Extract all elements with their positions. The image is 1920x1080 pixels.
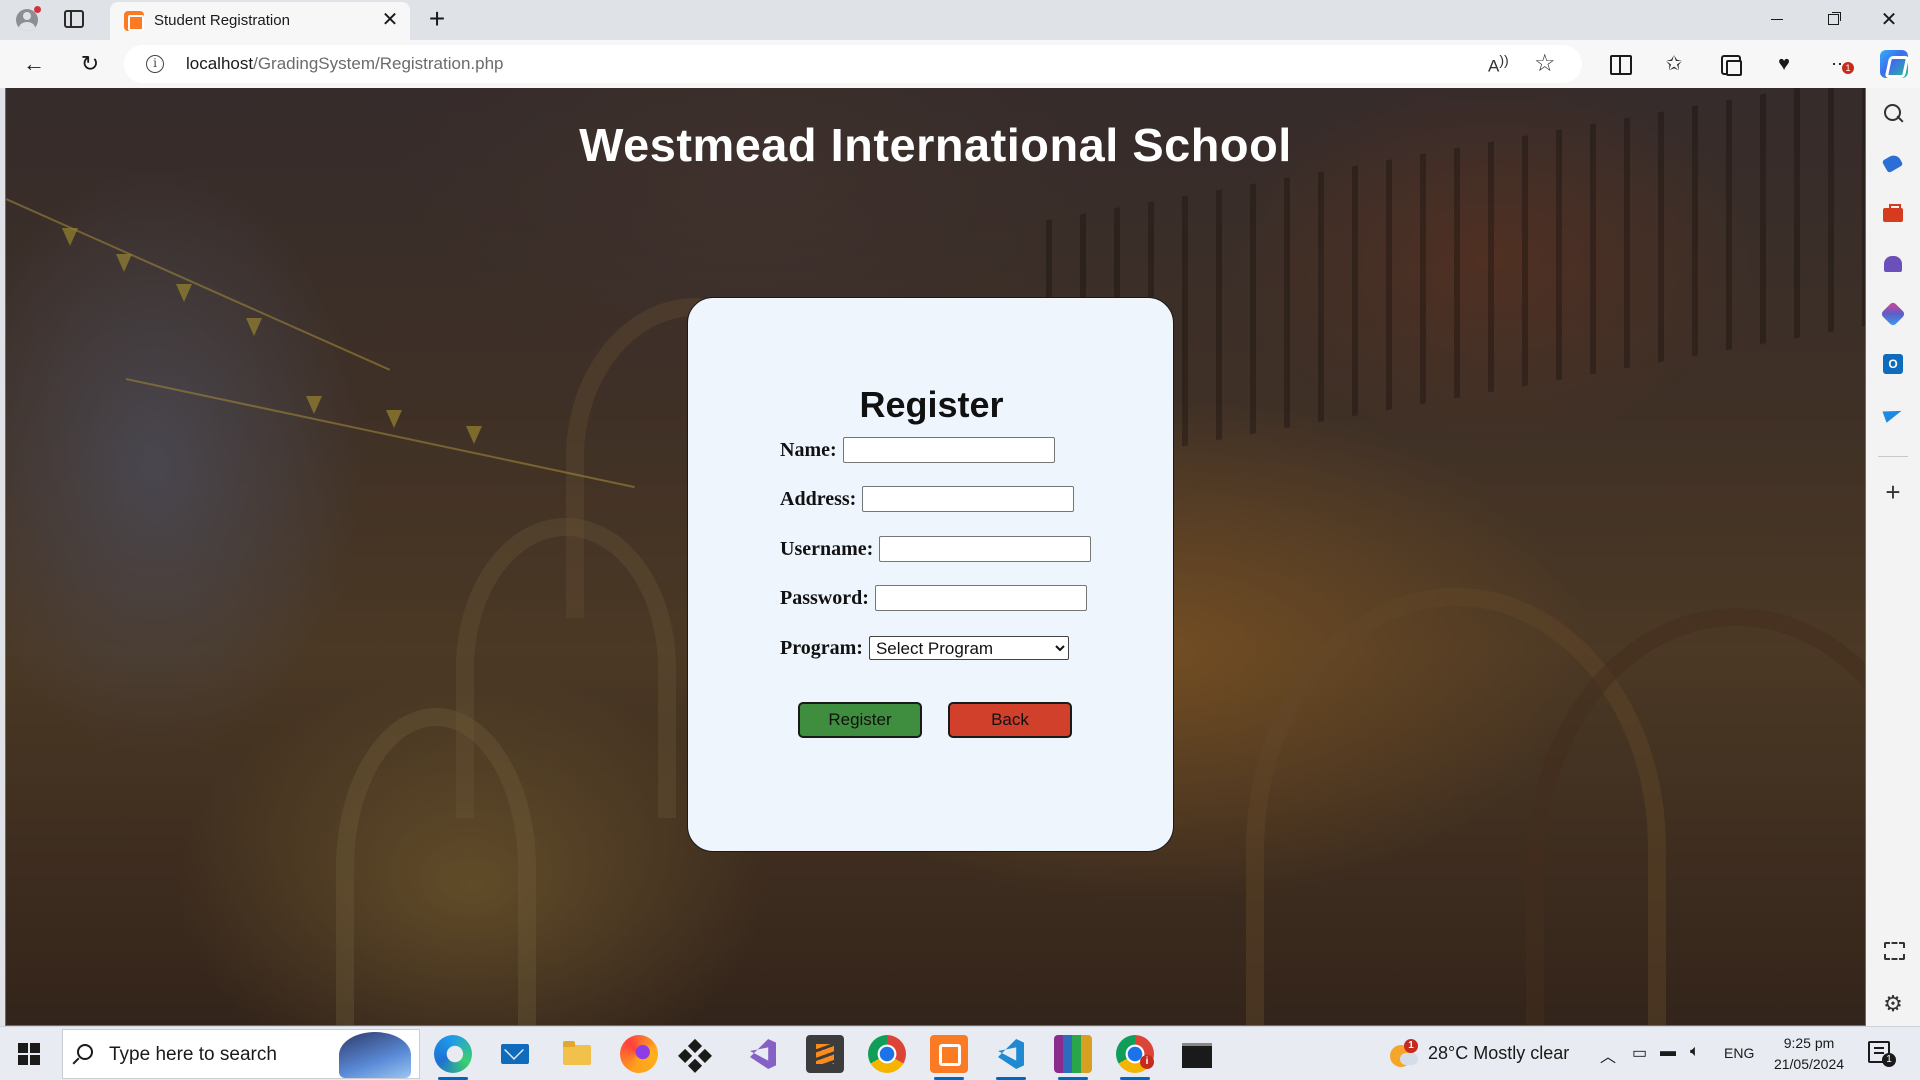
username-row: Username: <box>780 535 1092 563</box>
search-highlight-image <box>339 1032 411 1078</box>
tools-icon[interactable] <box>1881 202 1905 226</box>
url-text[interactable]: localhost/GradingSystem/Registration.php <box>186 54 504 74</box>
profile-notification-dot <box>34 6 41 13</box>
tab-actions-icon[interactable] <box>64 10 84 28</box>
close-window-button[interactable]: ✕ <box>1866 0 1912 40</box>
url-path: /GradingSystem/Registration.php <box>253 54 504 73</box>
winrar-icon[interactable] <box>1054 1035 1092 1080</box>
program-label: Program: <box>780 636 863 659</box>
more-options-badge: 1 <box>1842 62 1854 74</box>
language-indicator[interactable]: ENG <box>1724 1045 1754 1061</box>
password-input[interactable] <box>874 585 1087 611</box>
restore-icon <box>1827 14 1839 26</box>
notification-center-icon[interactable]: 1 <box>1868 1041 1896 1067</box>
back-button[interactable]: ← <box>18 48 50 80</box>
chrome-profile-icon[interactable] <box>1116 1035 1154 1080</box>
name-label: Name: <box>780 438 837 461</box>
url-host: localhost <box>186 54 254 73</box>
show-hidden-icons-chevron-icon[interactable]: ︿ <box>1600 1043 1616 1067</box>
register-button[interactable]: Register <box>798 702 922 738</box>
copilot-icon[interactable] <box>1880 50 1908 78</box>
clock-date: 21/05/2024 <box>1773 1056 1845 1072</box>
battery-icon[interactable]: ▬ <box>1660 1043 1676 1061</box>
dropbox-icon[interactable] <box>682 1035 720 1073</box>
clock-time: 9:25 pm <box>1783 1035 1835 1051</box>
register-heading: Register <box>859 384 1004 425</box>
games-icon[interactable] <box>1881 252 1905 276</box>
weather-text[interactable]: 28°C Mostly clear <box>1428 1043 1569 1064</box>
minimize-icon <box>1771 19 1783 21</box>
vscode-icon[interactable] <box>992 1035 1030 1080</box>
chrome-icon[interactable] <box>868 1035 906 1073</box>
tab-student-registration[interactable]: Student Registration ✕ <box>110 2 410 40</box>
address-label: Address: <box>780 487 857 510</box>
address-row: Address: <box>780 485 1075 513</box>
back-button-form[interactable]: Back <box>948 702 1072 738</box>
windows-taskbar: Type here to search 1 28°C Mostly clear … <box>0 1026 1920 1080</box>
sidebar-divider <box>1878 456 1908 457</box>
name-input[interactable] <box>842 437 1055 463</box>
username-input[interactable] <box>879 536 1092 562</box>
search-magnifier-icon <box>77 1044 93 1060</box>
new-tab-button[interactable]: + <box>422 4 452 34</box>
notification-count: 1 <box>1882 1053 1896 1067</box>
weather-icon[interactable]: 1 <box>1388 1039 1418 1067</box>
taskbar-search-placeholder: Type here to search <box>109 1044 277 1065</box>
address-input[interactable] <box>862 486 1075 512</box>
xampp-icon[interactable] <box>930 1035 968 1080</box>
outlook-icon[interactable] <box>1881 352 1905 376</box>
terminal-icon[interactable] <box>1178 1035 1216 1073</box>
read-aloud-icon[interactable]: A)) <box>1488 53 1509 77</box>
firefox-icon[interactable] <box>620 1035 658 1073</box>
program-select[interactable]: Select Program <box>868 636 1069 660</box>
send-icon[interactable] <box>1881 402 1905 426</box>
add-favorite-star-icon[interactable]: ☆ <box>1534 49 1556 78</box>
registration-card: Register <box>687 297 1174 852</box>
clock[interactable]: 9:25 pm 21/05/2024 <box>1768 1033 1850 1075</box>
username-label: Username: <box>780 537 874 560</box>
sublime-text-icon[interactable] <box>806 1035 844 1073</box>
office-icon[interactable] <box>1881 302 1905 326</box>
split-screen-icon[interactable] <box>1608 52 1632 76</box>
settings-icon[interactable]: ⚙ <box>1881 992 1905 1016</box>
profile-button[interactable] <box>12 6 44 34</box>
screenshot-icon[interactable] <box>1881 938 1905 962</box>
tab-title: Student Registration <box>154 12 290 29</box>
tab-close-icon[interactable]: ✕ <box>378 8 402 32</box>
address-bar[interactable]: i localhost/GradingSystem/Registration.p… <box>124 45 1582 83</box>
name-row: Name: <box>780 436 1055 464</box>
file-explorer-icon[interactable] <box>558 1035 596 1073</box>
edge-sidebar: + ⚙ <box>1866 88 1920 1026</box>
browser-toolbar: ← ↻ i localhost/GradingSystem/Registrati… <box>0 40 1920 88</box>
favorites-icon[interactable]: ✩ <box>1662 52 1686 76</box>
network-icon[interactable]: ▭ <box>1632 1043 1647 1063</box>
start-button[interactable] <box>18 1043 40 1065</box>
password-row: Password: <box>780 584 1087 612</box>
more-options-icon[interactable]: ⋯ 1 <box>1828 52 1854 76</box>
collections-icon[interactable] <box>1718 52 1742 76</box>
reload-button[interactable]: ↻ <box>74 48 106 80</box>
password-label: Password: <box>780 586 869 609</box>
mail-icon[interactable] <box>496 1035 534 1073</box>
add-icon[interactable]: + <box>1881 479 1905 505</box>
tab-strip: Student Registration ✕ + ✕ <box>0 0 1920 40</box>
weather-badge: 1 <box>1404 1039 1418 1053</box>
program-row: Program: Select Program <box>780 634 1069 662</box>
browser-essentials-icon[interactable]: ♥ <box>1772 52 1796 76</box>
visual-studio-icon[interactable] <box>744 1035 782 1073</box>
xampp-favicon-icon <box>124 11 144 31</box>
volume-icon[interactable]: 🔈︎ <box>1690 1043 1700 1061</box>
site-info-icon[interactable]: i <box>146 55 164 73</box>
edge-icon[interactable] <box>434 1035 472 1080</box>
school-title: Westmead International School <box>579 119 1292 171</box>
minimize-button[interactable] <box>1754 0 1800 40</box>
taskbar-search[interactable]: Type here to search <box>62 1029 420 1079</box>
restore-button[interactable] <box>1810 0 1856 40</box>
